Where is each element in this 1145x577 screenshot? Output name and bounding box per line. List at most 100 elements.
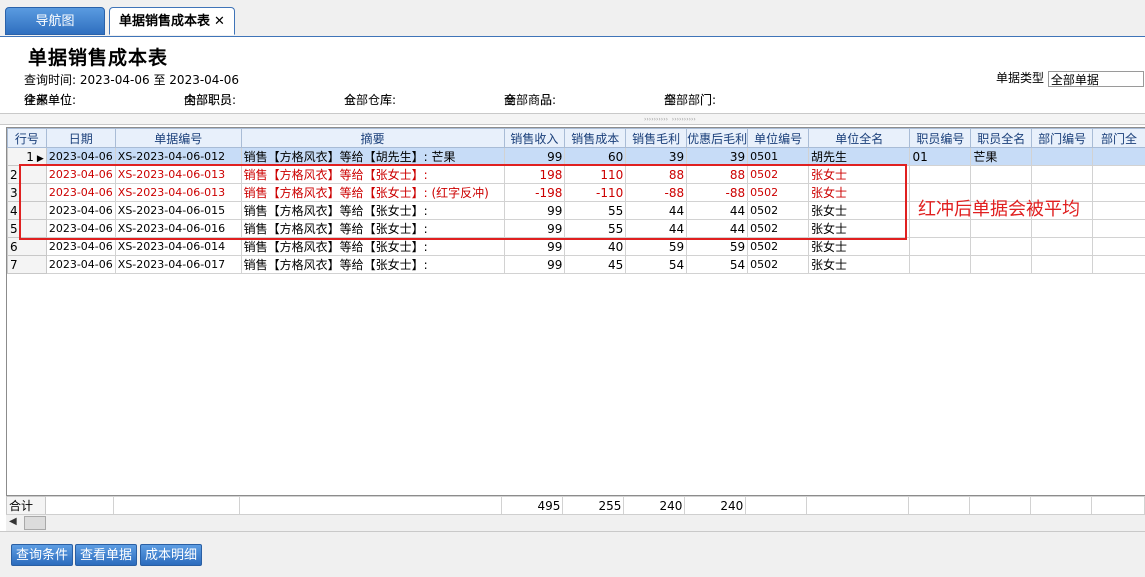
close-icon[interactable]: ✕ bbox=[214, 14, 225, 29]
column-header[interactable]: 职员编号 bbox=[910, 129, 971, 148]
empty-cell bbox=[1093, 472, 1145, 490]
tab-navigation[interactable]: 导航图 bbox=[5, 7, 105, 35]
empty-cell bbox=[626, 310, 687, 328]
scrollbar-thumb[interactable] bbox=[24, 516, 46, 530]
summary-cell: 销售【方格风衣】等给【张女士】: (红字反冲) bbox=[241, 184, 504, 202]
empty-cell bbox=[971, 382, 1032, 400]
unit-name-cell: 张女士 bbox=[809, 220, 910, 238]
empty-cell bbox=[626, 400, 687, 418]
row-number-label: 5 bbox=[10, 222, 18, 236]
panel-splitter[interactable]: ›››››››››› ›››››››››› bbox=[0, 113, 1145, 125]
profit-cell: 44 bbox=[626, 220, 687, 238]
row-number: 1▶ bbox=[8, 148, 47, 166]
empty-cell bbox=[626, 346, 687, 364]
employee-name-cell bbox=[971, 166, 1032, 184]
column-header[interactable]: 单据编号 bbox=[115, 129, 241, 148]
empty-cell bbox=[8, 328, 47, 346]
empty-cell bbox=[809, 454, 910, 472]
empty-cell bbox=[241, 346, 504, 364]
empty-cell bbox=[1032, 400, 1093, 418]
empty-cell bbox=[241, 274, 504, 292]
empty-cell bbox=[504, 382, 565, 400]
column-header[interactable]: 摘要 bbox=[241, 129, 504, 148]
table-row[interactable]: 22023-04-06XS-2023-04-06-013销售【方格风衣】等给【张… bbox=[8, 166, 1145, 184]
empty-cell bbox=[687, 364, 748, 382]
bill-type-label: 单据类型 bbox=[996, 71, 1044, 85]
empty-cell bbox=[809, 418, 910, 436]
summary-cell: 销售【方格风衣】等给【张女士】: bbox=[241, 220, 504, 238]
empty-cell bbox=[910, 454, 971, 472]
empty-cell bbox=[971, 418, 1032, 436]
empty-cell bbox=[748, 274, 809, 292]
profit-cell: 39 bbox=[626, 148, 687, 166]
empty-cell bbox=[241, 454, 504, 472]
empty-cell bbox=[748, 418, 809, 436]
unit-code-cell: 0502 bbox=[748, 256, 809, 274]
department-code-cell bbox=[1032, 238, 1093, 256]
department-code-cell bbox=[1032, 166, 1093, 184]
row-number: 4 bbox=[8, 202, 47, 220]
net-profit-cell: 44 bbox=[687, 202, 748, 220]
empty-cell bbox=[687, 418, 748, 436]
empty-cell bbox=[809, 346, 910, 364]
bill-code-cell: XS-2023-04-06-014 bbox=[115, 238, 241, 256]
column-header[interactable]: 日期 bbox=[46, 129, 115, 148]
column-header[interactable]: 职员全名 bbox=[971, 129, 1032, 148]
empty-cell bbox=[748, 436, 809, 454]
column-header[interactable]: 销售收入 bbox=[504, 129, 565, 148]
filter-product-value: 全部商品 bbox=[504, 91, 552, 108]
column-header[interactable]: 部门全 bbox=[1093, 129, 1145, 148]
query-conditions-button[interactable]: 查询条件 bbox=[11, 544, 73, 566]
column-header[interactable]: 销售毛利 bbox=[626, 129, 687, 148]
empty-cell bbox=[910, 418, 971, 436]
table-row[interactable]: 62023-04-06XS-2023-04-06-014销售【方格风衣】等给【张… bbox=[8, 238, 1145, 256]
column-header[interactable]: 部门编号 bbox=[1032, 129, 1093, 148]
unit-code-cell: 0502 bbox=[748, 220, 809, 238]
department-name-cell bbox=[1093, 238, 1145, 256]
profit-cell: 54 bbox=[626, 256, 687, 274]
cost-cell: 55 bbox=[565, 202, 626, 220]
empty-cell bbox=[971, 328, 1032, 346]
empty-cell bbox=[1032, 274, 1093, 292]
table-row[interactable]: 1▶2023-04-06XS-2023-04-06-012销售【方格风衣】等给【… bbox=[8, 148, 1145, 166]
empty-cell bbox=[8, 400, 47, 418]
cost-detail-button[interactable]: 成本明细 bbox=[140, 544, 202, 566]
totals-table: 合计 495 255 240 240 bbox=[6, 496, 1145, 515]
column-header[interactable]: 销售成本 bbox=[565, 129, 626, 148]
annotation-text: 红冲后单据会被平均 bbox=[918, 195, 1080, 221]
bill-type-select[interactable]: 全部单据 bbox=[1048, 71, 1144, 87]
totals-label: 合计 bbox=[7, 497, 46, 515]
horizontal-scrollbar[interactable]: ◀ bbox=[6, 514, 1145, 532]
empty-row bbox=[8, 436, 1145, 454]
employee-code-cell bbox=[910, 238, 971, 256]
empty-row bbox=[8, 472, 1145, 490]
bill-code-cell: XS-2023-04-06-017 bbox=[115, 256, 241, 274]
empty-cell bbox=[8, 382, 47, 400]
row-number-label: 3 bbox=[10, 186, 18, 200]
view-bill-button[interactable]: 查看单据 bbox=[75, 544, 137, 566]
table-row[interactable]: 72023-04-06XS-2023-04-06-017销售【方格风衣】等给【张… bbox=[8, 256, 1145, 274]
cost-cell: 60 bbox=[565, 148, 626, 166]
net-profit-cell: 54 bbox=[687, 256, 748, 274]
table-row[interactable]: 52023-04-06XS-2023-04-06-016销售【方格风衣】等给【张… bbox=[8, 220, 1145, 238]
totals-cell bbox=[807, 497, 909, 515]
current-row-icon: ▶ bbox=[37, 154, 44, 164]
empty-cell bbox=[687, 274, 748, 292]
report-grid: 行号 日期 单据编号 摘要 销售收入 销售成本 销售毛利 优惠后毛利 单位编号 … bbox=[6, 127, 1145, 527]
empty-row bbox=[8, 292, 1145, 310]
column-header[interactable]: 单位编号 bbox=[748, 129, 809, 148]
totals-cell bbox=[239, 497, 502, 515]
empty-row bbox=[8, 382, 1145, 400]
tab-sales-cost-report[interactable]: 单据销售成本表✕ bbox=[109, 7, 235, 35]
column-header[interactable]: 优惠后毛利 bbox=[687, 129, 748, 148]
empty-cell bbox=[565, 454, 626, 472]
scroll-left-icon[interactable]: ◀ bbox=[9, 516, 17, 527]
empty-cell bbox=[8, 454, 47, 472]
income-cell: 198 bbox=[504, 166, 565, 184]
empty-cell bbox=[1032, 310, 1093, 328]
empty-cell bbox=[971, 400, 1032, 418]
empty-cell bbox=[910, 364, 971, 382]
date-cell: 2023-04-06 bbox=[46, 238, 115, 256]
column-header[interactable]: 单位全名 bbox=[809, 129, 910, 148]
column-header[interactable]: 行号 bbox=[8, 129, 47, 148]
